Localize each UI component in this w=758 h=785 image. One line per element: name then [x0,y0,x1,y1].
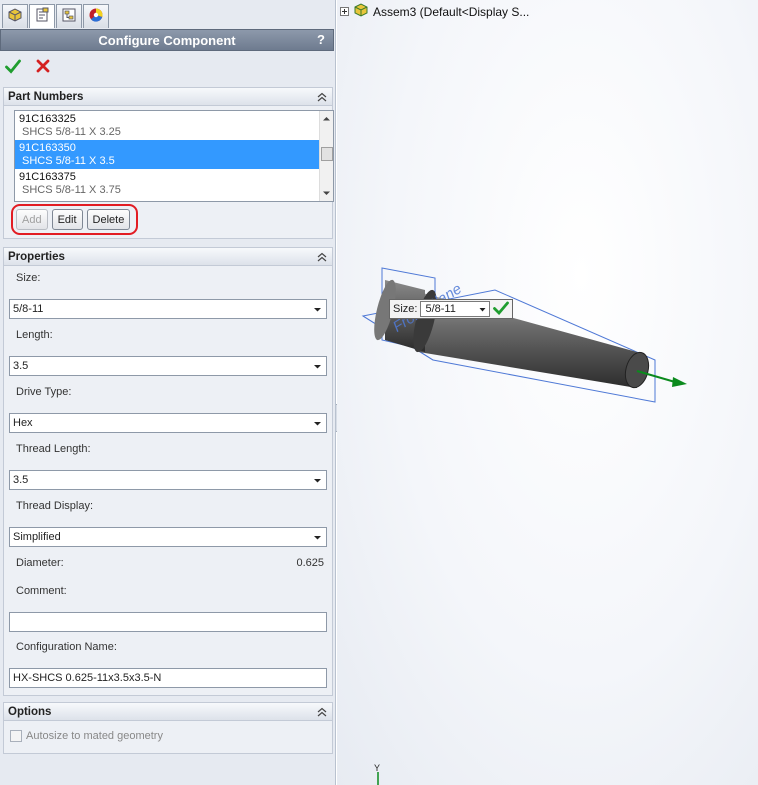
size-dropdown[interactable]: 5/8-11 [9,299,327,319]
appearance-color-wheel-icon [88,7,104,26]
tab-property-manager[interactable] [29,4,55,28]
chevron-down-icon [314,479,321,483]
options-section: Options Autosize to mated geometry [3,702,333,754]
feature-manager-icon [7,7,23,26]
thread-length-dropdown[interactable]: 3.5 [9,470,327,490]
chevron-down-icon [314,422,321,426]
popup-size-value: 5/8-11 [425,303,456,315]
chevron-down-icon [479,308,486,312]
thread-length-value: 3.5 [13,474,29,486]
size-value: 5/8-11 [13,303,44,315]
comment-input[interactable] [9,612,327,632]
collapse-chevron-up-icon[interactable] [316,91,328,103]
panel-title: Configure Component [98,32,236,48]
checkmark-icon [5,59,21,74]
list-scrollbar[interactable] [319,111,333,201]
part-numbers-header[interactable]: Part Numbers [4,88,332,106]
properties-header[interactable]: Properties [4,248,332,266]
popup-size-label: Size: [393,303,418,315]
list-item[interactable]: 91C163375 SHCS 5/8-11 X 3.75 [15,169,333,198]
collapse-chevron-up-icon[interactable] [316,251,328,263]
drive-type-dropdown[interactable]: Hex [9,413,327,433]
part-description-text: SHCS 5/8-11 X 3.25 [22,126,121,138]
chevron-down-icon [314,365,321,369]
configuration-name-input[interactable]: HX-SHCS 0.625-11x3.5x3.5-N [9,668,327,688]
delete-button[interactable]: Delete [86,209,131,230]
drive-type-label: Drive Type: [16,386,72,398]
diameter-value: 0.625 [296,557,324,569]
tab-appearance-manager[interactable] [83,4,109,28]
thread-display-label: Thread Display: [16,500,94,512]
thread-length-label: Thread Length: [16,443,91,455]
part-numbers-section: Part Numbers 91C163325 SHCS 5/8-11 X 3.2… [3,87,334,239]
part-number-text: 91C163375 [19,171,76,183]
autosize-label: Autosize to mated geometry [26,730,163,742]
diameter-label: Diameter: [16,557,64,569]
collapse-chevron-up-icon[interactable] [316,706,328,718]
thread-display-dropdown[interactable]: Simplified [9,527,327,547]
configuration-name-value: HX-SHCS 0.625-11x3.5x3.5-N [13,672,162,684]
scroll-thumb[interactable] [321,147,333,161]
part-numbers-buttons: Add Edit Delete [16,209,131,230]
options-header[interactable]: Options [4,703,332,721]
orientation-triad: Y [374,763,380,785]
popup-size-dropdown[interactable]: 5/8-11 [420,301,491,317]
scroll-down-arrow-icon [323,191,330,195]
close-x-icon [36,59,50,73]
length-dropdown[interactable]: 3.5 [9,356,327,376]
chevron-down-icon [314,308,321,312]
ok-cancel-row [4,57,52,75]
length-value: 3.5 [13,360,29,372]
manager-tabs [2,4,109,28]
size-label: Size: [16,272,41,284]
property-manager-icon [34,7,50,26]
panel-title-bar: Configure Component ? [0,29,334,51]
chevron-down-icon [314,536,321,540]
ok-button[interactable] [4,57,22,75]
tab-configuration-manager[interactable] [56,4,82,28]
part-description-text: SHCS 5/8-11 X 3.75 [22,184,121,196]
model-scene: Front Plane Y [361,267,687,785]
size-popup-toolbar: Size: 5/8-11 [389,299,514,319]
list-item-selected[interactable]: 91C163350 SHCS 5/8-11 X 3.5 [15,140,333,169]
help-button[interactable]: ? [317,32,325,47]
properties-title: Properties [8,250,65,263]
scroll-up-arrow-icon [323,117,330,121]
triad-y-label: Y [374,763,380,773]
length-label: Length: [16,329,53,341]
cancel-button[interactable] [34,57,52,75]
tab-feature-manager[interactable] [2,4,28,28]
autosize-checkbox-row[interactable]: Autosize to mated geometry [10,730,163,742]
drive-type-value: Hex [13,417,33,429]
popup-confirm-button[interactable] [493,301,510,318]
part-number-text: 91C163350 [19,142,76,154]
part-description-text: SHCS 5/8-11 X 3.5 [22,155,115,167]
property-manager-panel: Configure Component ? Part Numbers 91C16… [0,0,336,785]
list-item[interactable]: 91C163325 SHCS 5/8-11 X 3.25 [15,111,333,140]
configuration-name-label: Configuration Name: [16,641,117,653]
part-number-text: 91C163325 [19,113,76,125]
checkmark-icon [493,301,510,315]
options-title: Options [8,705,52,718]
autosize-checkbox[interactable] [10,730,22,742]
part-numbers-title: Part Numbers [8,90,84,103]
thread-display-value: Simplified [13,531,61,543]
bolt-model [374,279,650,389]
add-button[interactable]: Add [16,209,48,230]
comment-label: Comment: [16,585,67,597]
configuration-manager-icon [61,7,77,26]
part-numbers-list[interactable]: 91C163325 SHCS 5/8-11 X 3.25 91C163350 S… [14,110,334,202]
graphics-viewport[interactable]: Assem3 (Default<Display S... Front Plane… [337,0,758,785]
properties-section: Properties Size: 5/8-11 Length: 3.5 Driv… [3,247,333,696]
edit-button[interactable]: Edit [51,209,83,230]
